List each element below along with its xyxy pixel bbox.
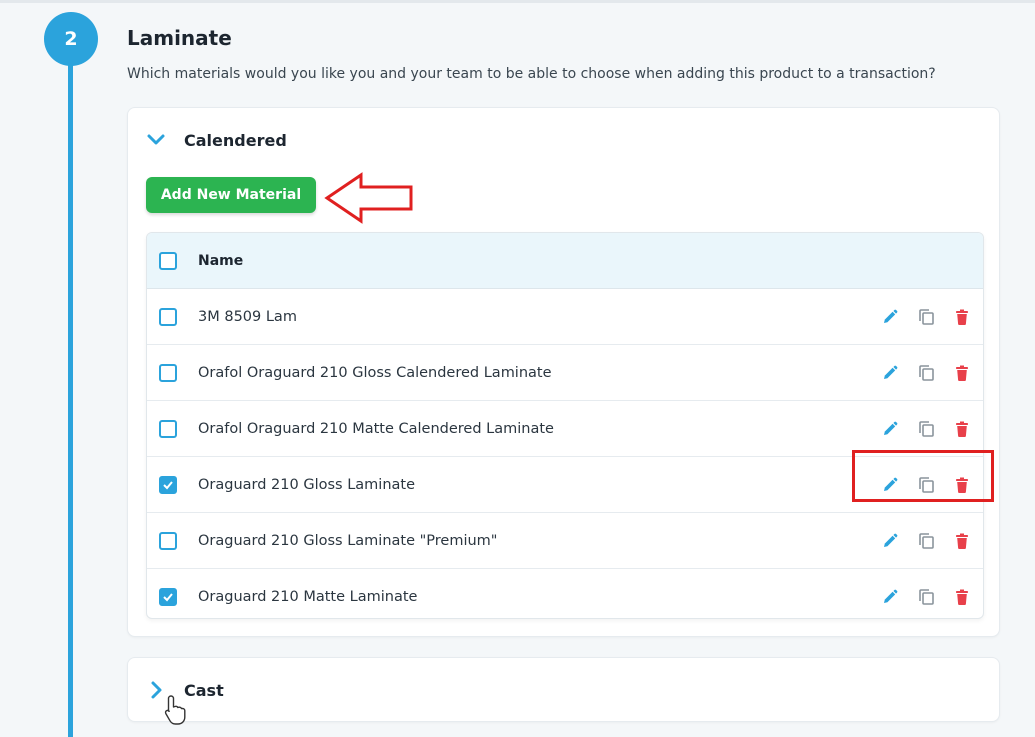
material-name: Oraguard 210 Gloss Laminate: [198, 476, 415, 493]
cast-group-title: Cast: [184, 680, 224, 700]
row-checkbox[interactable]: [159, 419, 177, 438]
calendered-group-card: Calendered Add New Material Name 3M 8509…: [127, 107, 1000, 637]
delete-trash-icon[interactable]: [951, 530, 973, 552]
row-checkbox[interactable]: [159, 587, 177, 606]
material-name: Oraguard 210 Gloss Laminate "Premium": [198, 532, 498, 549]
row-actions: [879, 569, 973, 618]
delete-trash-icon[interactable]: [951, 586, 973, 608]
duplicate-copy-icon[interactable]: [915, 418, 937, 440]
edit-pencil-icon[interactable]: [879, 586, 901, 608]
duplicate-copy-icon[interactable]: [915, 362, 937, 384]
material-name: 3M 8509 Lam: [198, 308, 297, 325]
section-description: Which materials would you like you and y…: [127, 66, 936, 82]
edit-pencil-icon[interactable]: [879, 306, 901, 328]
annotation-highlight-box: [852, 450, 994, 502]
select-all-checkbox[interactable]: [159, 251, 177, 270]
row-actions: [879, 289, 973, 344]
calendered-group-toggle[interactable]: Calendered: [146, 125, 287, 155]
row-checkbox[interactable]: [159, 307, 177, 326]
row-actions: [879, 345, 973, 400]
row-actions: [879, 513, 973, 568]
cast-group-card: Cast: [127, 657, 1000, 722]
materials-table: Name 3M 8509 Lam Orafol Oraguard 210 Glos…: [146, 232, 984, 619]
delete-trash-icon[interactable]: [951, 306, 973, 328]
table-row: Orafol Oraguard 210 Matte Calendered Lam…: [147, 401, 983, 457]
table-row: Oraguard 210 Matte Laminate: [147, 569, 983, 618]
material-name: Orafol Oraguard 210 Gloss Calendered Lam…: [198, 364, 552, 381]
table-row: Oraguard 210 Gloss Laminate "Premium": [147, 513, 983, 569]
column-header-name: Name: [198, 252, 244, 269]
duplicate-copy-icon[interactable]: [915, 306, 937, 328]
table-header: Name: [147, 233, 983, 289]
row-checkbox[interactable]: [159, 363, 177, 382]
annotation-arrow-icon: [324, 172, 413, 224]
checkmark-icon: [163, 592, 173, 601]
edit-pencil-icon[interactable]: [879, 530, 901, 552]
delete-trash-icon[interactable]: [951, 362, 973, 384]
table-row: Orafol Oraguard 210 Gloss Calendered Lam…: [147, 345, 983, 401]
row-checkbox[interactable]: [159, 475, 177, 494]
material-name: Oraguard 210 Matte Laminate: [198, 588, 418, 605]
calendered-group-title: Calendered: [184, 130, 287, 150]
duplicate-copy-icon[interactable]: [915, 586, 937, 608]
add-new-material-button[interactable]: Add New Material: [146, 177, 316, 213]
section-title: Laminate: [127, 26, 232, 50]
step-timeline-line: [68, 40, 73, 737]
edit-pencil-icon[interactable]: [879, 418, 901, 440]
checkmark-icon: [163, 480, 173, 489]
edit-pencil-icon[interactable]: [879, 362, 901, 384]
top-border: [0, 0, 1035, 3]
step-number-badge: 2: [44, 12, 98, 66]
duplicate-copy-icon[interactable]: [915, 530, 937, 552]
hand-cursor-icon: [164, 695, 186, 725]
material-name: Orafol Oraguard 210 Matte Calendered Lam…: [198, 420, 554, 437]
row-actions: [879, 401, 973, 456]
delete-trash-icon[interactable]: [951, 418, 973, 440]
row-checkbox[interactable]: [159, 531, 177, 550]
chevron-down-icon: [147, 134, 165, 145]
table-row: 3M 8509 Lam: [147, 289, 983, 345]
